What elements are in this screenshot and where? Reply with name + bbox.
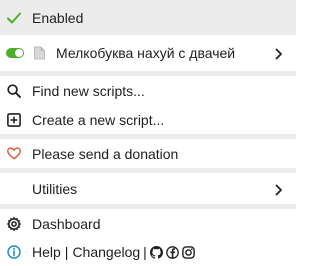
popup-menu: Enabled Мелкобуква нахуй с двачей Find n… [0,0,296,261]
script-name: Мелкобуква нахуй с двачей [56,45,236,61]
help-links: Help | Changelog | [32,244,197,260]
script-toggle-switch[interactable] [6,48,24,58]
create-script-item[interactable]: Create a new script... [0,105,296,134]
dashboard-item[interactable]: Dashboard [0,209,296,238]
document-icon [34,46,45,60]
checkmark-icon [7,11,21,25]
donate-item[interactable]: Please send a donation [0,139,296,168]
heart-icon [7,147,21,161]
info-icon [7,245,21,259]
changelog-link[interactable]: Changelog [72,244,140,260]
github-icon[interactable] [149,245,163,259]
help-row: Help | Changelog | [0,238,296,266]
enabled-toggle-item[interactable]: Enabled [0,0,296,35]
donate-label: Please send a donation [32,145,179,162]
gear-icon [7,216,21,231]
dashboard-label: Dashboard [32,215,101,232]
facebook-icon[interactable] [165,245,179,259]
utilities-label: Utilities [32,180,78,197]
toggle-knob [15,49,23,57]
plus-square-icon [7,112,21,127]
utilities-item[interactable]: Utilities [0,173,296,204]
enabled-label: Enabled [32,9,84,26]
create-script-label: Create a new script... [32,111,165,128]
find-scripts-item[interactable]: Find new scripts... [0,76,296,105]
help-link[interactable]: Help [32,244,61,260]
chevron-right-icon [275,183,283,195]
pipe-separator: | [143,244,147,260]
instagram-icon[interactable] [182,245,195,259]
pipe-separator: | [64,244,69,260]
script-item[interactable]: Мелкобуква нахуй с двачей [0,35,296,71]
chevron-right-icon [275,47,283,60]
search-icon [7,83,21,98]
find-scripts-label: Find new scripts... [32,82,145,99]
